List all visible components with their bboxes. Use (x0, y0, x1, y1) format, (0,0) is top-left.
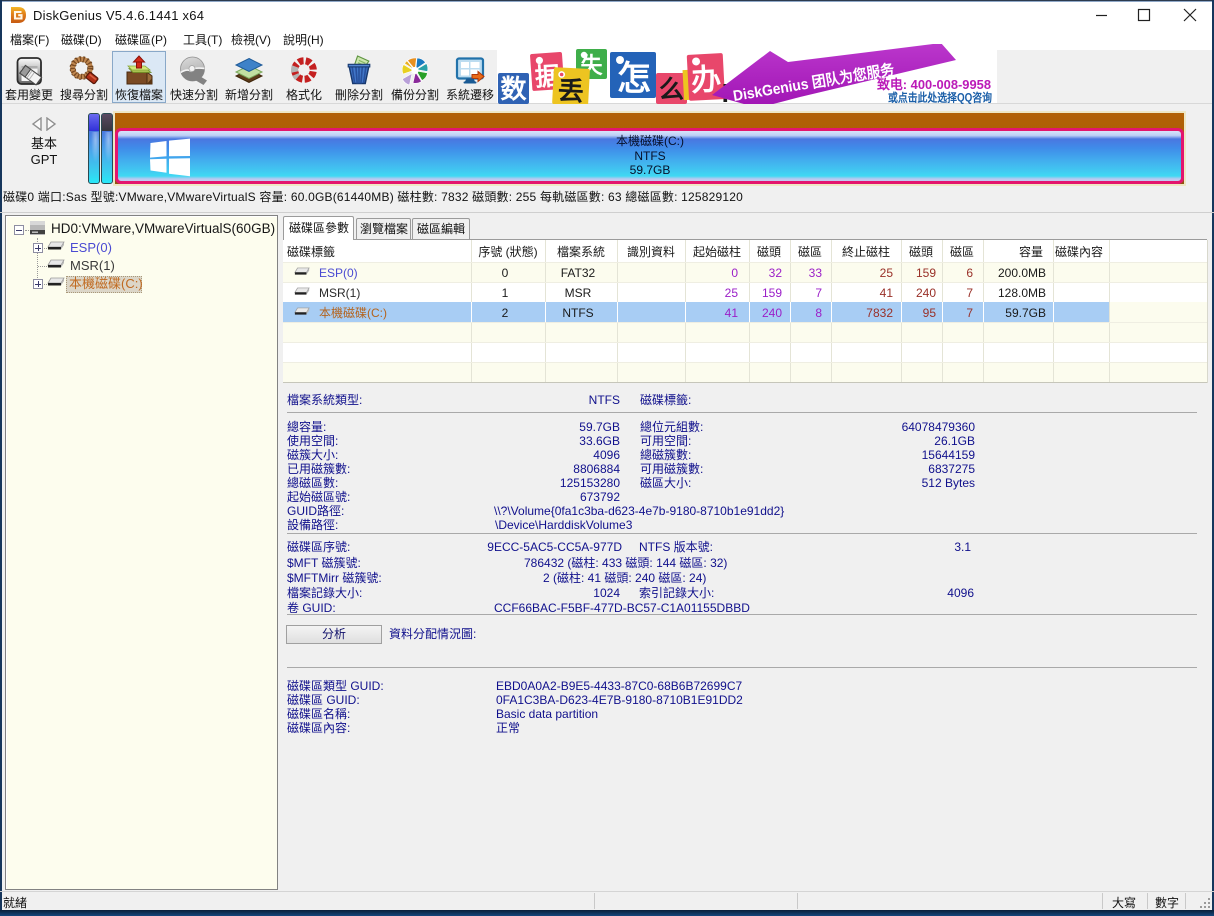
svg-text:么: 么 (659, 76, 684, 104)
svg-text:或点击此处选择QQ咨询: 或点击此处选择QQ咨询 (888, 91, 992, 105)
svg-text:数: 数 (500, 74, 527, 104)
svg-text:丢: 丢 (557, 75, 585, 104)
svg-text:怎: 怎 (617, 60, 651, 98)
svg-text:致电: 400-008-9958: 致电: 400-008-9958 (877, 77, 991, 92)
